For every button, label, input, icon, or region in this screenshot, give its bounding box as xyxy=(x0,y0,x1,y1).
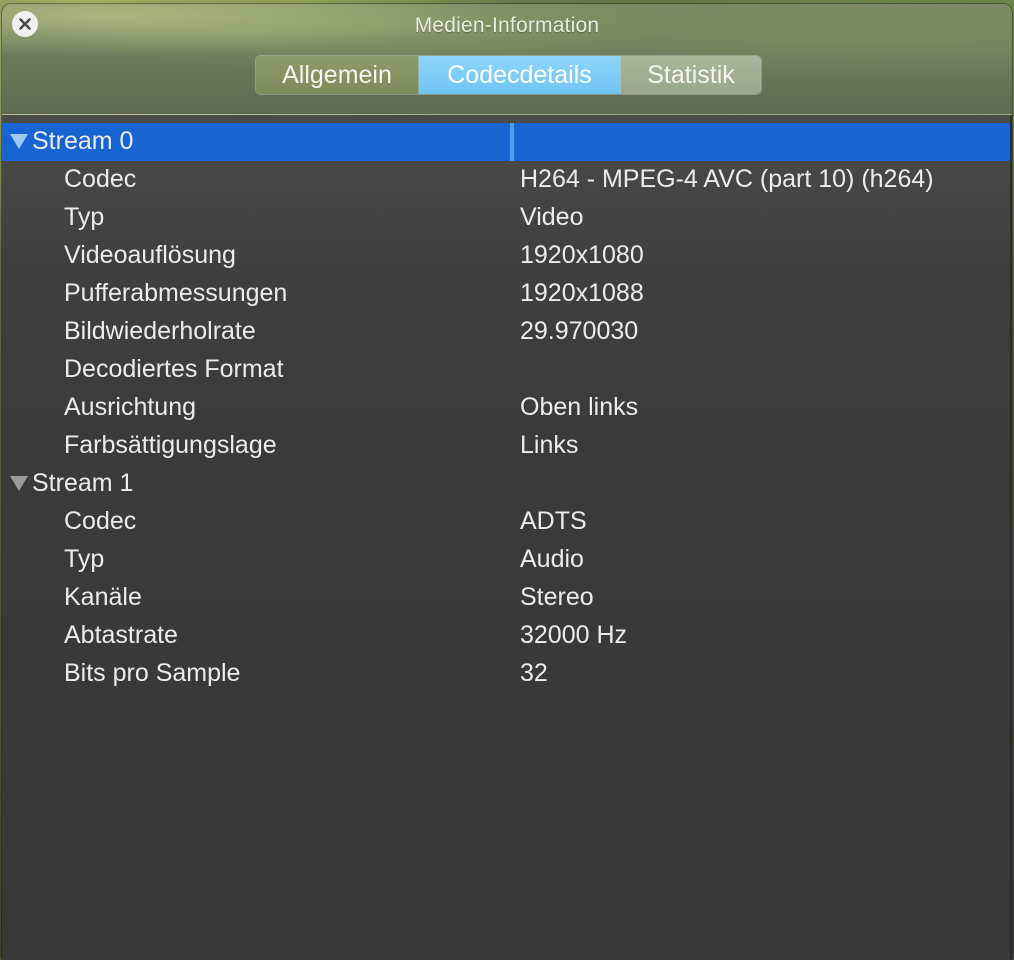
property-key: Codec xyxy=(64,507,137,535)
property-row[interactable]: Pufferabmessungen 1920x1088 xyxy=(2,275,1012,313)
property-row[interactable]: Abtastrate 32000 Hz xyxy=(2,617,1012,655)
disclosure-triangle-icon[interactable] xyxy=(10,476,28,491)
property-key: Decodiertes Format xyxy=(64,355,284,383)
property-key: Videoauflösung xyxy=(64,241,236,269)
property-value: 32 xyxy=(520,659,548,687)
property-key: Farbsättigungslage xyxy=(64,431,277,459)
property-value: Links xyxy=(520,431,579,459)
property-value: 29.970030 xyxy=(520,317,639,345)
property-value: Audio xyxy=(520,545,584,573)
property-key: Typ xyxy=(64,203,105,231)
property-value: 1920x1080 xyxy=(520,241,644,269)
property-key: Bits pro Sample xyxy=(64,659,241,687)
property-key: Typ xyxy=(64,545,105,573)
property-key: Pufferabmessungen xyxy=(64,279,288,307)
property-key: Kanäle xyxy=(64,583,142,611)
property-value: ADTS xyxy=(520,507,587,535)
property-key: Codec xyxy=(64,165,137,193)
stream-0-row[interactable]: Stream 0 xyxy=(2,123,1012,161)
property-row[interactable]: Videoauflösung 1920x1080 xyxy=(2,237,1012,275)
property-row[interactable]: Codec ADTS xyxy=(2,503,1012,541)
disclosure-triangle-icon[interactable] xyxy=(10,134,28,149)
column-divider[interactable] xyxy=(510,123,514,161)
media-info-window: Medien-Information Allgemein Codecdetail… xyxy=(2,4,1012,960)
property-row[interactable]: Codec H264 - MPEG-4 AVC (part 10) (h264) xyxy=(2,161,1012,199)
property-row[interactable]: Decodiertes Format xyxy=(2,351,1012,389)
tab-allgemein[interactable]: Allgemein xyxy=(256,56,419,94)
stream-label: Stream 1 xyxy=(32,469,134,497)
stream-1-row[interactable]: Stream 1 xyxy=(2,465,1012,503)
property-row[interactable]: Bits pro Sample 32 xyxy=(2,655,1012,693)
property-key: Bildwiederholrate xyxy=(64,317,256,345)
property-row[interactable]: Bildwiederholrate 29.970030 xyxy=(2,313,1012,351)
property-value: Video xyxy=(520,203,584,231)
property-value: 32000 Hz xyxy=(520,621,628,649)
tab-statistik[interactable]: Statistik xyxy=(620,56,761,94)
property-row[interactable]: Typ Video xyxy=(2,199,1012,237)
property-row[interactable]: Ausrichtung Oben links xyxy=(2,389,1012,427)
property-row[interactable]: Kanäle Stereo xyxy=(2,579,1012,617)
property-value: Oben links xyxy=(520,393,639,421)
property-value: Stereo xyxy=(520,583,594,611)
window-title: Medien-Information xyxy=(414,14,600,37)
property-value: H264 - MPEG-4 AVC (part 10) (h264) xyxy=(520,165,934,193)
tab-bar: Allgemein Codecdetails Statistik xyxy=(256,56,761,94)
tab-codecdetails[interactable]: Codecdetails xyxy=(419,56,620,94)
property-key: Ausrichtung xyxy=(64,393,197,421)
codec-details-tree: Stream 0 Codec H264 - MPEG-4 AVC (part 1… xyxy=(2,115,1012,960)
stream-label: Stream 0 xyxy=(32,127,134,155)
title-bar: Medien-Information Allgemein Codecdetail… xyxy=(2,4,1012,115)
property-row[interactable]: Farbsättigungslage Links xyxy=(2,427,1012,465)
window-edge xyxy=(1010,115,1012,960)
property-value: 1920x1088 xyxy=(520,279,644,307)
property-row[interactable]: Typ Audio xyxy=(2,541,1012,579)
property-key: Abtastrate xyxy=(64,621,178,649)
